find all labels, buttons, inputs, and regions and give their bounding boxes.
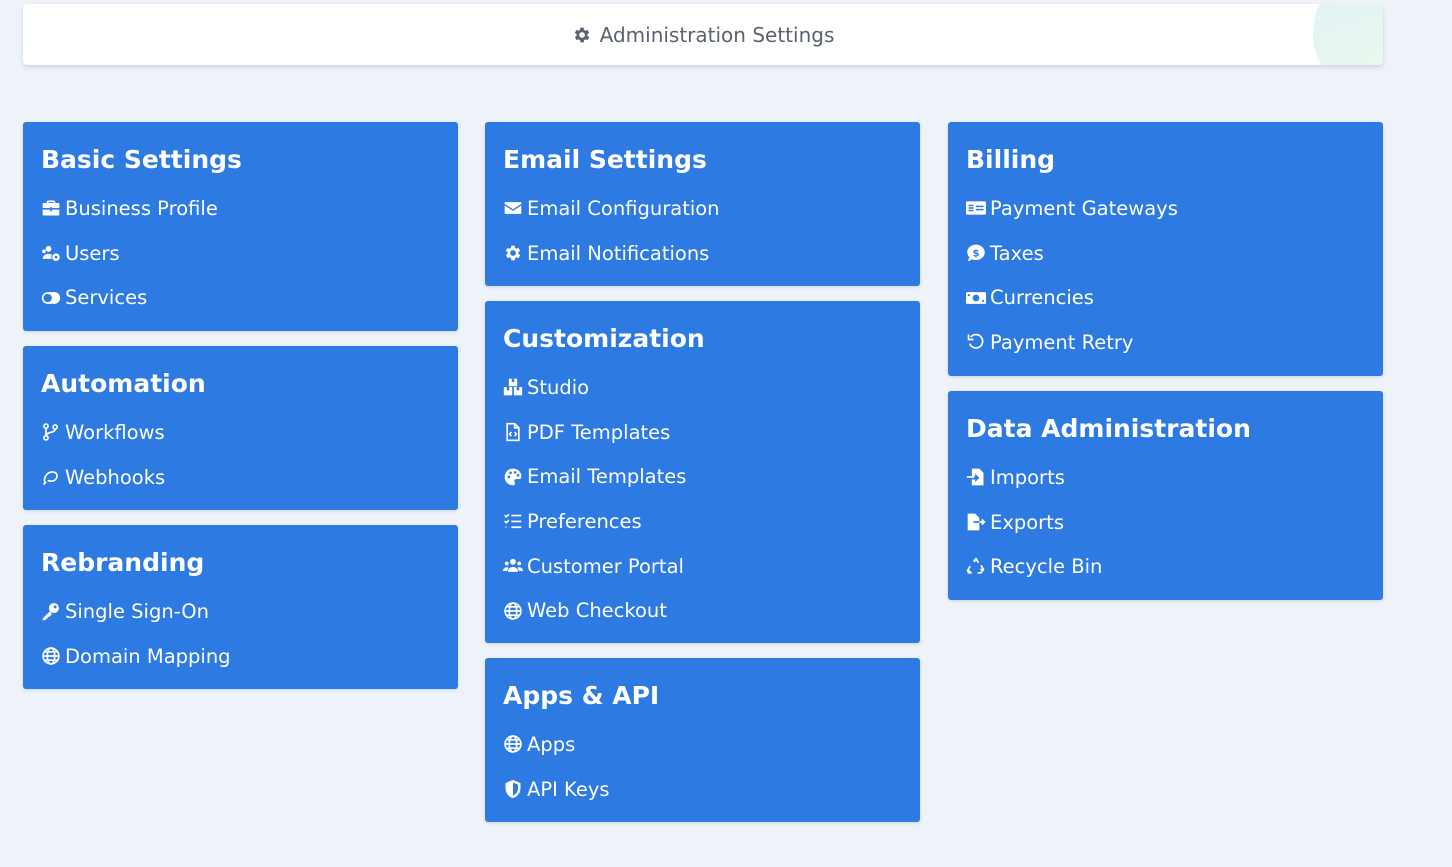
card-title: Apps & API xyxy=(503,681,660,710)
link-exports[interactable]: Exports xyxy=(966,500,1365,545)
link-label: Email Notifications xyxy=(527,241,710,265)
key-icon xyxy=(41,601,61,621)
card-title: Billing xyxy=(966,145,1056,174)
link-label: Recycle Bin xyxy=(990,555,1103,579)
link-customer-portal[interactable]: Customer Portal xyxy=(503,544,902,589)
link-label: Domain Mapping xyxy=(65,644,231,668)
card-billing: Billing Payment Gateways $ Taxes Currenc… xyxy=(948,122,1383,376)
card-title: Customization xyxy=(503,324,705,353)
rotate-left-icon xyxy=(966,332,986,352)
link-label: Taxes xyxy=(990,241,1044,265)
link-recycle-bin[interactable]: Recycle Bin xyxy=(966,544,1365,589)
link-label: Apps xyxy=(527,732,576,756)
loop-icon xyxy=(41,467,61,487)
link-payment-retry[interactable]: Payment Retry xyxy=(966,320,1365,365)
toggle-icon xyxy=(41,288,61,308)
users-gear-icon xyxy=(41,243,61,263)
link-label: Webhooks xyxy=(65,465,166,489)
page-title: Administration Settings xyxy=(572,22,835,47)
link-services[interactable]: Services xyxy=(41,275,440,320)
link-label: Services xyxy=(65,286,148,310)
card-customization: Customization Studio PDF Templates Email… xyxy=(485,301,920,643)
recycle-icon xyxy=(966,557,986,577)
link-currencies[interactable]: Currencies xyxy=(966,275,1365,320)
link-label: PDF Templates xyxy=(527,420,671,444)
column-right: Billing Payment Gateways $ Taxes Currenc… xyxy=(948,122,1383,615)
link-pdf-templates[interactable]: PDF Templates xyxy=(503,410,902,455)
gear-icon xyxy=(503,243,523,263)
money-bill-icon xyxy=(966,288,986,308)
list-check-icon xyxy=(503,511,523,531)
link-label: Imports xyxy=(990,465,1065,489)
link-label: Customer Portal xyxy=(527,554,684,578)
link-label: Payment Retry xyxy=(990,330,1134,354)
card-email-settings: Email Settings Email Configuration Email… xyxy=(485,122,920,286)
link-email-notifications[interactable]: Email Notifications xyxy=(503,231,902,276)
card-title: Data Administration xyxy=(966,414,1251,443)
link-business-profile[interactable]: Business Profile xyxy=(41,186,440,231)
card-rebranding: Rebranding Single Sign-On Domain Mapping xyxy=(23,525,458,689)
link-email-templates[interactable]: Email Templates xyxy=(503,454,902,499)
link-label: Payment Gateways xyxy=(990,196,1178,220)
link-label: Users xyxy=(65,241,120,265)
svg-text:$: $ xyxy=(973,248,980,259)
link-payment-gateways[interactable]: Payment Gateways xyxy=(966,186,1365,231)
column-left: Basic Settings Business Profile Users Se… xyxy=(23,122,458,704)
link-apps[interactable]: Apps xyxy=(503,722,902,767)
link-workflows[interactable]: Workflows xyxy=(41,410,440,455)
card-title: Automation xyxy=(41,369,206,398)
link-label: Business Profile xyxy=(65,196,218,220)
card-basic-settings: Basic Settings Business Profile Users Se… xyxy=(23,122,458,331)
dollar-comment-icon: $ xyxy=(966,243,986,263)
link-studio[interactable]: Studio xyxy=(503,365,902,410)
link-preferences[interactable]: Preferences xyxy=(503,499,902,544)
link-label: Currencies xyxy=(990,286,1094,310)
card-title: Email Settings xyxy=(503,145,707,174)
card-automation: Automation Workflows Webhooks xyxy=(23,346,458,510)
link-label: Studio xyxy=(527,375,590,399)
link-label: Preferences xyxy=(527,509,642,533)
link-users[interactable]: Users xyxy=(41,231,440,276)
link-single-sign-on[interactable]: Single Sign-On xyxy=(41,589,440,634)
link-webhooks[interactable]: Webhooks xyxy=(41,455,440,500)
file-export-icon xyxy=(966,512,986,532)
card-title: Rebranding xyxy=(41,548,205,577)
link-label: API Keys xyxy=(527,777,610,801)
link-label: Email Configuration xyxy=(527,196,720,220)
shield-icon xyxy=(503,779,523,799)
link-label: Email Templates xyxy=(527,465,687,489)
card-apps-api: Apps & API Apps API Keys xyxy=(485,658,920,822)
link-label: Single Sign-On xyxy=(65,599,209,623)
cubes-icon xyxy=(503,377,523,397)
page-header: Administration Settings xyxy=(23,4,1383,65)
link-label: Web Checkout xyxy=(527,599,667,623)
briefcase-icon xyxy=(41,198,61,218)
link-api-keys[interactable]: API Keys xyxy=(503,767,902,812)
globe-icon xyxy=(503,734,523,754)
users-icon xyxy=(503,556,523,576)
card-data-administration: Data Administration Imports Exports Recy… xyxy=(948,391,1383,600)
link-web-checkout[interactable]: Web Checkout xyxy=(503,588,902,633)
link-domain-mapping[interactable]: Domain Mapping xyxy=(41,634,440,679)
file-import-icon xyxy=(966,467,986,487)
card-title: Basic Settings xyxy=(41,145,242,174)
link-email-configuration[interactable]: Email Configuration xyxy=(503,186,902,231)
globe-icon xyxy=(503,601,523,621)
palette-icon xyxy=(503,467,523,487)
link-imports[interactable]: Imports xyxy=(966,455,1365,500)
globe-icon xyxy=(41,646,61,666)
link-label: Exports xyxy=(990,510,1064,534)
code-branch-icon xyxy=(41,422,61,442)
money-check-icon xyxy=(966,198,986,218)
link-label: Workflows xyxy=(65,420,165,444)
column-middle: Email Settings Email Configuration Email… xyxy=(485,122,920,837)
envelope-icon xyxy=(503,198,523,218)
file-code-icon xyxy=(503,422,523,442)
page-title-text: Administration Settings xyxy=(599,22,835,47)
header-decoration xyxy=(1296,4,1383,65)
link-taxes[interactable]: $ Taxes xyxy=(966,231,1365,276)
gear-icon xyxy=(574,27,589,42)
